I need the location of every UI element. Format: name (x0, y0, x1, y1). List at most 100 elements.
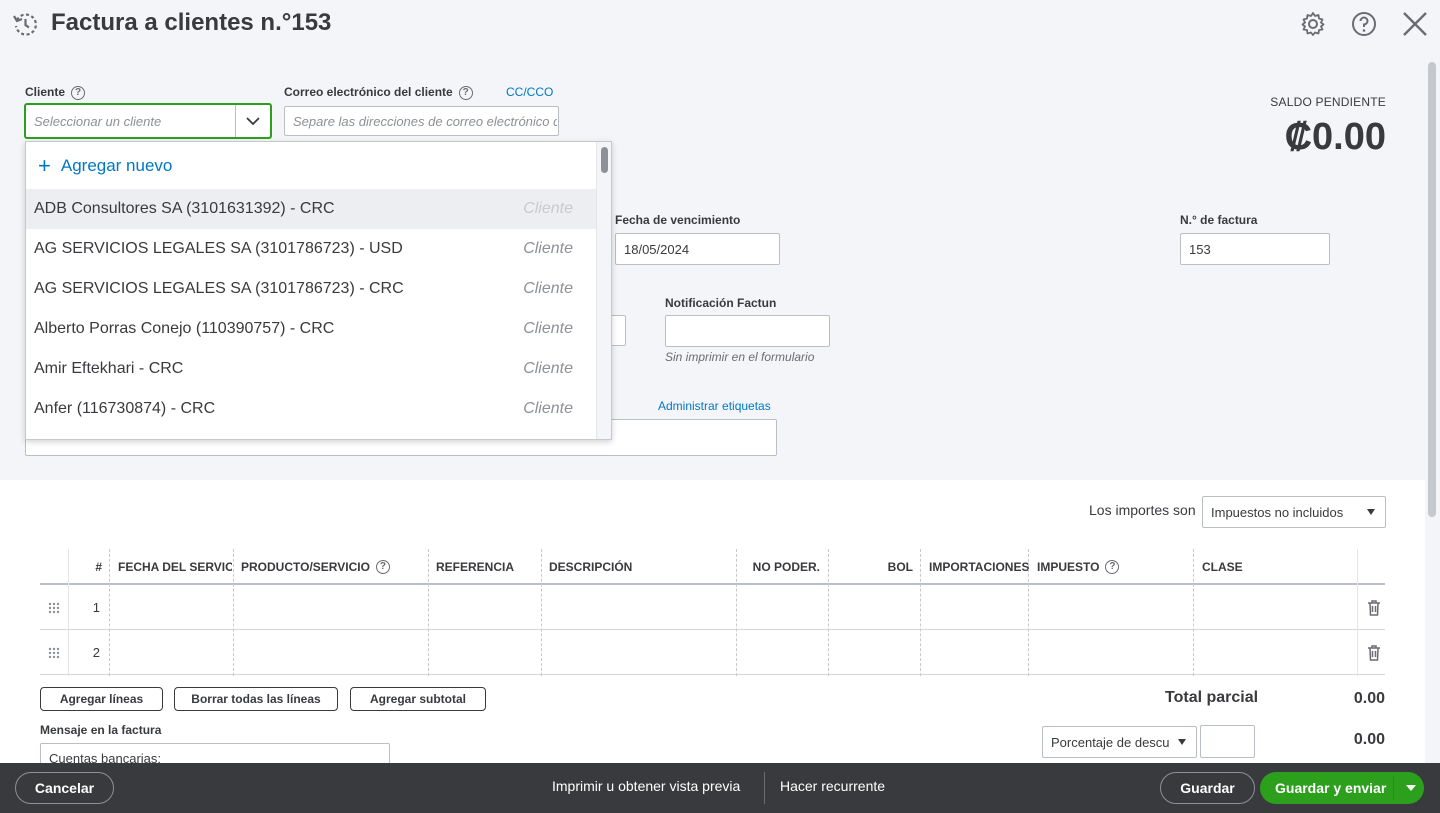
table-header: # FECHA DEL SERVICIO PRODUCTO/SERVICIO? … (40, 549, 1385, 585)
drag-handle-icon[interactable] (48, 585, 60, 630)
column-divider (736, 549, 737, 676)
customer-name: Alberto Porras Conejo (110390757) - CRC (34, 320, 335, 337)
col-product-label: PRODUCTO/SERVICIO (241, 560, 370, 574)
customer-dropdown-toggle[interactable] (235, 105, 270, 137)
print-preview-link[interactable]: Imprimir u obtener vista previa (552, 778, 740, 794)
customer-name: Anfer (116730874) - CRC (34, 400, 216, 417)
col-tax: IMPUESTO? (1037, 549, 1187, 585)
discount-value: 0.00 (1353, 731, 1385, 748)
gear-icon[interactable] (1299, 10, 1327, 38)
trash-icon[interactable] (1367, 630, 1381, 675)
dropdown-scrollbar[interactable] (596, 142, 611, 439)
column-divider (828, 549, 829, 676)
col-reference: REFERENCIA (436, 560, 515, 574)
invoice-number-input[interactable]: 153 (1180, 233, 1330, 265)
help-icon[interactable]: ? (375, 560, 390, 574)
column-divider (1193, 549, 1194, 676)
column-divider (541, 549, 542, 676)
page-scrollbar[interactable] (1425, 52, 1440, 763)
caret-down-icon[interactable] (1406, 785, 1416, 791)
column-divider (920, 549, 921, 676)
balance-amount: ₡0.00 (1284, 116, 1386, 158)
column-divider (233, 549, 234, 676)
customer-name: ADB Consultores SA (3101631392) - CRC (34, 200, 335, 217)
discount-type-select[interactable]: Porcentaje de descuento (1042, 726, 1197, 758)
discount-input[interactable] (1200, 725, 1255, 758)
due-date-input[interactable]: 18/05/2024 (615, 233, 780, 265)
table-row[interactable]: 2 (40, 630, 1385, 675)
add-subtotal-button[interactable]: Agregar subtotal (350, 687, 486, 711)
col-class: CLASE (1202, 560, 1243, 574)
email-label: Correo electrónico del cliente? (284, 85, 473, 100)
column-divider (1357, 549, 1358, 676)
manage-tags-link[interactable]: Administrar etiquetas (658, 399, 771, 413)
subtotal-value: 0.00 (1353, 690, 1385, 707)
help-icon[interactable]: ? (1105, 560, 1120, 574)
column-divider (428, 549, 429, 676)
col-bol: BOL (887, 560, 913, 574)
col-num: # (95, 560, 102, 574)
add-new-label: Agregar nuevo (60, 155, 173, 175)
notification-label: Notificación Factun (665, 296, 777, 310)
dropdown-item[interactable]: Anfer (116730874) - CRC Cliente (26, 389, 598, 429)
save-button[interactable]: Guardar (1160, 772, 1255, 804)
table-row[interactable]: 1 (40, 585, 1385, 630)
help-icon[interactable]: ? (458, 85, 473, 100)
help-icon[interactable]: ? (71, 85, 86, 100)
dropdown-item[interactable]: AG SERVICIOS LEGALES SA (3101786723) - U… (26, 229, 598, 269)
page-header: Factura a clientes n.°153 (0, 0, 1440, 52)
dropdown-item[interactable]: Amir Eftekhari - CRC Cliente (26, 349, 598, 389)
cc-bcc-link[interactable]: CC/CCO (506, 85, 553, 99)
history-icon[interactable] (12, 11, 39, 38)
page-title: Factura a clientes n.°153 (51, 9, 332, 36)
trash-icon[interactable] (1367, 585, 1381, 630)
make-recurring-link[interactable]: Hacer recurrente (780, 778, 885, 794)
customer-type: Cliente (523, 360, 573, 377)
balance-label: SALDO PENDIENTE (1270, 95, 1386, 109)
customer-type: Cliente (523, 400, 573, 417)
column-divider (1028, 549, 1029, 676)
notification-hint: Sin imprimir en el formulario (665, 350, 815, 364)
dropdown-item[interactable]: AG SERVICIOS LEGALES SA (3101786723) - C… (26, 269, 598, 309)
customer-type: Cliente (523, 280, 573, 297)
button-divider (1393, 776, 1394, 800)
clear-lines-button[interactable]: Borrar todas las líneas (174, 687, 338, 711)
customer-select[interactable]: Seleccionar un cliente (25, 104, 271, 138)
col-description: DESCRIPCIÓN (549, 560, 633, 574)
close-icon[interactable] (1401, 10, 1429, 38)
amounts-label: Los importes son (1089, 502, 1196, 518)
plus-icon: + (38, 152, 51, 178)
customer-name: AG SERVICIOS LEGALES SA (3101786723) - U… (34, 240, 403, 257)
customer-name: Amir Eftekhari - CRC (34, 360, 184, 377)
amounts-value: Impuestos no incluidos (1211, 504, 1344, 520)
customer-type: Cliente (523, 240, 573, 257)
scrollbar-thumb[interactable] (1428, 62, 1436, 517)
scrollbar-thumb[interactable] (601, 147, 608, 173)
save-and-send-button[interactable]: Guardar y enviar (1260, 772, 1424, 804)
column-divider (68, 549, 69, 676)
notification-input[interactable] (665, 315, 830, 347)
row-number: 2 (92, 645, 100, 660)
email-placeholder: Separe las direcciones de correo electró… (293, 113, 557, 129)
chevron-down-icon (246, 117, 260, 126)
col-imports: IMPORTACIONES (929, 560, 1029, 574)
invoice-number-label: N.° de factura (1180, 213, 1258, 227)
customer-type: Cliente (523, 200, 573, 217)
customer-label: Cliente? (25, 85, 86, 100)
line-items-table: # FECHA DEL SERVICIO PRODUCTO/SERVICIO? … (40, 549, 1385, 676)
amounts-select[interactable]: Impuestos no incluidos (1202, 496, 1386, 528)
customer-dropdown-list: + Agregar nuevo ADB Consultores SA (31016… (25, 141, 612, 440)
customer-type: Cliente (523, 320, 573, 337)
dropdown-item[interactable]: ADB Consultores SA (3101631392) - CRC Cli… (26, 189, 598, 229)
email-input[interactable]: Separe las direcciones de correo electró… (284, 106, 559, 136)
cancel-button[interactable]: Cancelar (15, 772, 114, 804)
drag-handle-icon[interactable] (48, 630, 60, 675)
message-label: Mensaje en la factura (40, 723, 162, 737)
dropdown-item[interactable]: Alberto Porras Conejo (110390757) - CRC C… (26, 309, 598, 349)
col-no-poder: NO PODER. (752, 560, 820, 574)
help-icon[interactable] (1350, 10, 1378, 38)
col-tax-label: IMPUESTO (1037, 560, 1100, 574)
add-new-customer[interactable]: + Agregar nuevo (26, 142, 611, 189)
column-divider (109, 549, 110, 676)
add-lines-button[interactable]: Agregar líneas (40, 687, 163, 711)
